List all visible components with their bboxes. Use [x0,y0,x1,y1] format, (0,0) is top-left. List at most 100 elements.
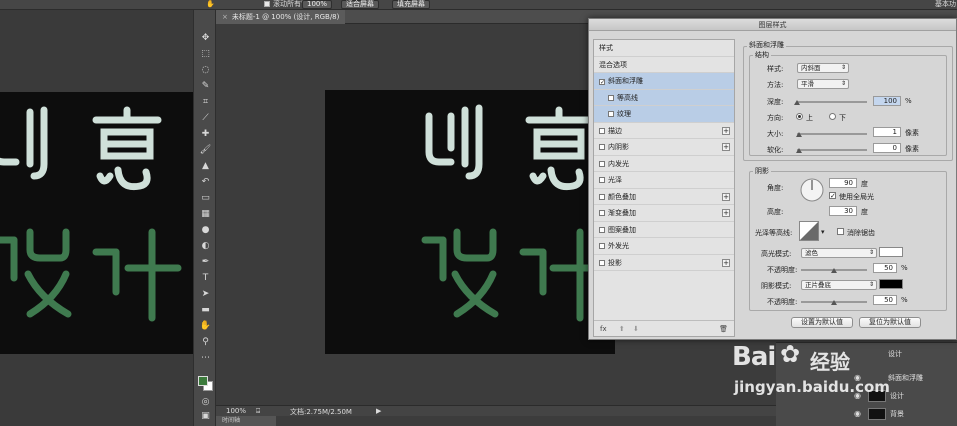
scroll-all-windows-checkbox[interactable] [264,1,270,7]
style-list-header[interactable]: 样式 [594,40,734,57]
gloss-contour-preview[interactable] [799,221,819,241]
crop-tool-icon[interactable]: ⌗ [199,96,212,108]
direction-up-radio[interactable] [796,113,803,120]
anti-alias-checkbox[interactable] [837,228,844,235]
altitude-input[interactable]: 30 [829,206,857,216]
add-effect-icon[interactable]: + [722,143,730,151]
direction-down-radio[interactable] [829,113,836,120]
shadow-mode-select[interactable]: 正片叠底 ⇕ [801,280,877,290]
depth-input[interactable]: 100 [873,96,901,106]
layer-row[interactable]: ◉ 背景 [776,405,957,423]
style-item[interactable]: 内发光 [594,156,734,172]
trash-icon[interactable]: 🗑 [719,321,728,337]
highlight-color-swatch[interactable] [879,247,903,257]
style-item-checkbox[interactable] [599,259,605,266]
soften-slider[interactable] [797,149,867,151]
style-item[interactable]: 渐变叠加 + [594,205,734,222]
style-item-checkbox[interactable]: ✓ [599,79,605,86]
style-select[interactable]: 内斜面 ⇕ [797,63,849,73]
style-item[interactable]: 纹理 [594,106,734,123]
document-tab[interactable]: × 未标题-1 @ 100% (设计, RGB/8) [216,10,346,24]
style-item-checkbox[interactable] [608,94,614,101]
more-tools-icon[interactable]: ⋯ [199,352,212,364]
quick-select-tool-icon[interactable]: ✎ [199,80,212,92]
shape-tool-icon[interactable]: ▬ [199,304,212,316]
zoom-100-button[interactable]: 100% [302,0,333,9]
angle-dial[interactable] [799,177,825,203]
path-select-icon[interactable]: ➤ [199,288,212,300]
workspace-label[interactable]: 基本功 [935,0,956,8]
blend-options-item[interactable]: 混合选项 [594,57,734,73]
marquee-tool-icon[interactable]: ⬚ [199,48,212,60]
status-arrow-icon[interactable]: ▶ [376,407,381,415]
style-item-checkbox[interactable] [599,144,605,150]
style-item-checkbox[interactable] [599,127,605,134]
healing-brush-icon[interactable]: ✚ [199,128,212,140]
highlight-mode-select[interactable]: 滤色 ⇕ [801,248,877,258]
style-item-checkbox[interactable] [599,226,605,233]
timeline-tab[interactable]: 时间轴 [216,416,276,426]
depth-slider[interactable] [797,101,867,103]
style-item-checkbox[interactable] [599,160,605,167]
style-item[interactable]: 图案叠加 [594,222,734,238]
history-brush-icon[interactable]: ↶ [199,176,212,188]
lasso-tool-icon[interactable]: ◌ [199,64,212,76]
style-item[interactable]: 投影 + [594,255,734,271]
eye-icon[interactable]: ◉ [854,387,861,405]
fill-screen-button[interactable]: 填充屏幕 [392,0,430,9]
status-zoom[interactable]: 100% [226,407,246,415]
fx-icon[interactable]: fx [600,325,607,333]
style-item[interactable]: 光泽 [594,172,734,189]
document-canvas[interactable] [325,90,615,354]
add-effect-icon[interactable]: + [722,192,730,201]
add-effect-icon[interactable]: + [722,258,730,267]
gradient-tool-icon[interactable]: ▦ [199,208,212,220]
shadow-opacity-input[interactable]: 50 [873,295,897,305]
layer-row[interactable]: ◉ 设计 [776,387,957,405]
move-down-icon[interactable]: ⬇ [633,325,639,333]
size-slider-knob[interactable] [796,132,802,137]
highlight-opacity-input[interactable]: 50 [873,263,897,273]
dodge-tool-icon[interactable]: ◐ [199,240,212,252]
add-effect-icon[interactable]: + [722,209,730,217]
reset-default-button[interactable]: 复位为默认值 [859,317,921,328]
move-up-icon[interactable]: ⬆ [619,325,625,333]
eraser-tool-icon[interactable]: ▭ [199,192,212,204]
layer-row[interactable]: 设计 [776,345,957,363]
shadow-color-swatch[interactable] [879,279,903,289]
global-light-checkbox[interactable]: ✓ [829,192,836,200]
style-item[interactable]: 描边 + [594,123,734,139]
set-default-button[interactable]: 设置为默认值 [791,317,853,328]
close-tab-icon[interactable]: × [222,13,228,21]
blur-tool-icon[interactable]: ● [199,224,212,236]
soften-input[interactable]: 0 [873,143,901,153]
style-item-checkbox[interactable] [608,111,614,117]
style-item[interactable]: 外发光 [594,238,734,255]
style-item[interactable]: 等高线 [594,89,734,106]
foreground-color-swatch[interactable] [198,376,208,386]
style-item-checkbox[interactable] [599,177,605,183]
eyedropper-tool-icon[interactable]: ⟋ [199,112,212,124]
left-canvas[interactable] [0,92,193,354]
style-item[interactable]: 内阴影 + [594,139,734,156]
eye-icon[interactable]: ◉ [854,369,861,387]
angle-input[interactable]: 90 [829,178,857,188]
style-item-checkbox[interactable] [599,193,605,200]
shadow-opacity-knob[interactable] [831,300,837,305]
style-item[interactable]: ✓ 斜面和浮雕 [594,73,734,90]
fit-screen-button[interactable]: 适合屏幕 [341,0,379,9]
size-input[interactable]: 1 [873,127,901,137]
type-tool-icon[interactable]: T [199,272,212,284]
add-effect-icon[interactable]: + [722,126,730,135]
style-item[interactable]: 颜色叠加 + [594,189,734,205]
method-select[interactable]: 平滑 ⇕ [797,79,849,89]
brush-tool-icon[interactable]: 🖌 [199,144,212,156]
hand-tool-icon[interactable]: ✋ [199,320,212,332]
quick-mask-icon[interactable]: ◎ [199,396,212,408]
soften-slider-knob[interactable] [796,148,802,153]
pen-tool-icon[interactable]: ✒ [199,256,212,268]
depth-slider-knob[interactable] [794,100,800,105]
status-menu-icon[interactable]: ⍈ [256,407,260,416]
highlight-opacity-knob[interactable] [831,268,837,273]
screen-mode-icon[interactable]: ▣ [199,410,212,422]
